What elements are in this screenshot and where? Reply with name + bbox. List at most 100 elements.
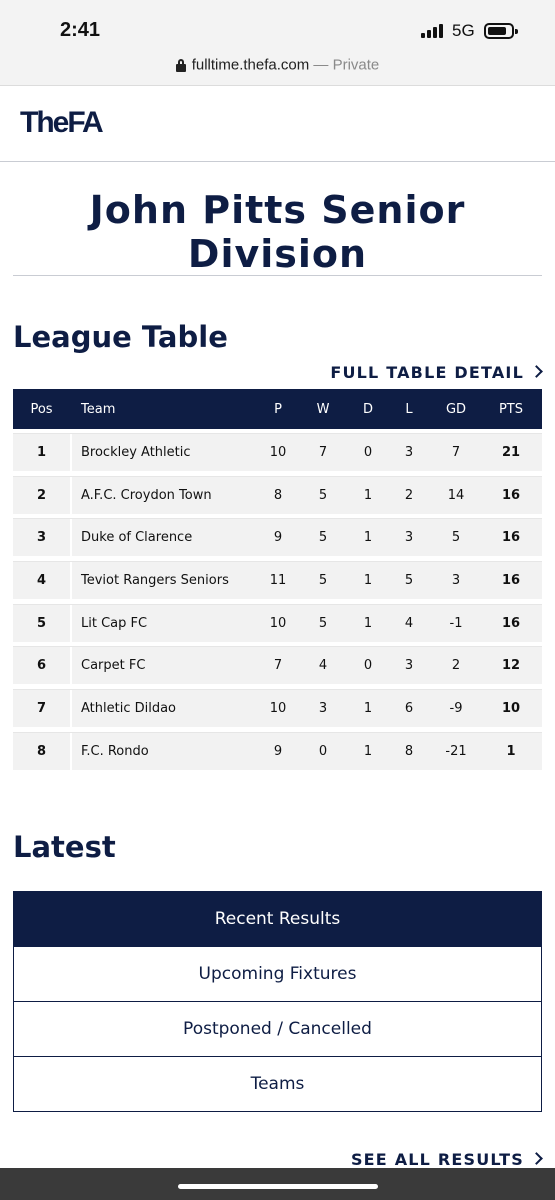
bottom-toolbar bbox=[0, 1168, 555, 1200]
cell-played: 7 bbox=[273, 658, 283, 674]
network-label: 5G bbox=[452, 21, 475, 40]
signal-icon bbox=[421, 24, 443, 38]
tab-postponed-cancelled[interactable]: Postponed / Cancelled bbox=[13, 1001, 542, 1057]
cell-points: 21 bbox=[501, 445, 521, 460]
table-row[interactable]: 8 F.C. Rondo 9 0 1 8 -21 1 bbox=[13, 731, 542, 770]
status-time: 2:41 bbox=[60, 19, 101, 41]
cell-lost: 3 bbox=[404, 445, 414, 460]
address-bar[interactable]: fulltime.thefa.com — Private bbox=[0, 50, 555, 86]
cell-lost: 4 bbox=[404, 615, 414, 631]
url-separator: — bbox=[313, 56, 329, 74]
col-header-lost: L bbox=[405, 401, 413, 417]
cell-pos: 2 bbox=[36, 487, 47, 503]
cell-played: 10 bbox=[269, 445, 287, 460]
table-header: Pos Team P W D L GD PTS bbox=[13, 389, 542, 429]
cell-goal-difference: -9 bbox=[449, 701, 463, 717]
cell-goal-difference: 2 bbox=[451, 658, 461, 674]
cell-goal-difference: 3 bbox=[451, 573, 461, 589]
latest-tabs: Recent Results Upcoming Fixtures Postpon… bbox=[13, 891, 542, 1112]
table-row[interactable]: 2 A.F.C. Croydon Town 8 5 1 2 14 16 bbox=[13, 475, 542, 514]
cell-pos: 1 bbox=[36, 445, 47, 460]
cell-points: 16 bbox=[501, 487, 521, 503]
cell-lost: 6 bbox=[404, 701, 414, 717]
cell-won: 0 bbox=[318, 743, 328, 759]
latest-heading: Latest bbox=[13, 830, 116, 864]
col-header-drawn: D bbox=[362, 401, 373, 417]
cell-goal-difference: -21 bbox=[445, 743, 467, 759]
col-header-goal-difference: GD bbox=[445, 401, 467, 417]
cell-played: 11 bbox=[269, 573, 287, 589]
full-table-detail-label: FULL TABLE DETAIL bbox=[330, 363, 524, 382]
cell-won: 5 bbox=[318, 615, 328, 631]
cell-drawn: 1 bbox=[363, 743, 373, 759]
cell-goal-difference: -1 bbox=[449, 615, 463, 631]
fa-logo[interactable]: TheFA bbox=[20, 106, 104, 140]
cell-lost: 3 bbox=[404, 658, 414, 674]
table-row[interactable]: 3 Duke of Clarence 9 5 1 3 5 16 bbox=[13, 518, 542, 557]
cell-pos: 8 bbox=[36, 743, 47, 759]
cell-points: 16 bbox=[501, 530, 521, 546]
cell-won: 5 bbox=[318, 573, 328, 589]
private-mode-label: Private bbox=[332, 56, 380, 74]
cell-team[interactable]: Duke of Clarence bbox=[81, 519, 271, 556]
url-domain: fulltime.thefa.com bbox=[191, 56, 310, 74]
page-title: John Pitts Senior Division bbox=[89, 188, 466, 276]
league-table-body: 1 Brockley Athletic 10 7 0 3 7 21 2 A.F.… bbox=[13, 433, 542, 775]
table-row[interactable]: 4 Teviot Rangers Seniors 11 5 1 5 3 16 bbox=[13, 561, 542, 600]
col-header-won: W bbox=[316, 401, 330, 417]
cell-drawn: 1 bbox=[363, 615, 373, 631]
cell-played: 9 bbox=[273, 743, 283, 759]
table-row[interactable]: 6 Carpet FC 7 4 0 3 2 12 bbox=[13, 646, 542, 685]
cell-team[interactable]: F.C. Rondo bbox=[81, 733, 271, 770]
cell-played: 10 bbox=[269, 615, 287, 631]
table-row[interactable]: 7 Athletic Dildao 10 3 1 6 -9 10 bbox=[13, 689, 542, 728]
divider bbox=[13, 275, 542, 276]
tab-teams[interactable]: Teams bbox=[13, 1056, 542, 1112]
cell-goal-difference: 7 bbox=[451, 445, 461, 460]
cell-team[interactable]: Athletic Dildao bbox=[81, 690, 271, 727]
cell-lost: 5 bbox=[404, 573, 414, 589]
cell-team[interactable]: A.F.C. Croydon Town bbox=[81, 477, 271, 514]
col-header-played: P bbox=[274, 401, 282, 417]
cell-points: 16 bbox=[501, 615, 521, 631]
cell-won: 3 bbox=[318, 701, 328, 717]
cell-team[interactable]: Brockley Athletic bbox=[81, 434, 271, 471]
cell-won: 5 bbox=[318, 530, 328, 546]
cell-points: 10 bbox=[501, 701, 521, 717]
cell-lost: 3 bbox=[404, 530, 414, 546]
cell-drawn: 0 bbox=[363, 445, 373, 460]
status-bar: 2:41 5G bbox=[0, 0, 555, 50]
cell-team[interactable]: Lit Cap FC bbox=[81, 605, 271, 642]
col-header-team: Team bbox=[81, 401, 116, 417]
cell-won: 7 bbox=[318, 445, 328, 460]
cell-points: 16 bbox=[501, 573, 521, 589]
see-all-results-link[interactable]: SEE ALL RESULTS bbox=[351, 1150, 543, 1169]
cell-played: 9 bbox=[273, 530, 283, 546]
cell-pos: 5 bbox=[36, 615, 47, 631]
cell-played: 10 bbox=[269, 701, 287, 717]
cell-won: 4 bbox=[318, 658, 328, 674]
table-row[interactable]: 5 Lit Cap FC 10 5 1 4 -1 16 bbox=[13, 603, 542, 642]
cell-drawn: 0 bbox=[363, 658, 373, 674]
cell-points: 1 bbox=[506, 743, 516, 759]
cell-lost: 2 bbox=[404, 487, 414, 503]
lock-icon bbox=[175, 58, 186, 72]
full-table-detail-link[interactable]: FULL TABLE DETAIL bbox=[330, 363, 543, 382]
tab-upcoming-fixtures[interactable]: Upcoming Fixtures bbox=[13, 946, 542, 1002]
cell-team[interactable]: Teviot Rangers Seniors bbox=[81, 562, 271, 599]
cell-won: 5 bbox=[318, 487, 328, 503]
col-header-points: PTS bbox=[498, 401, 524, 417]
cell-played: 8 bbox=[273, 487, 283, 503]
cell-pos: 3 bbox=[36, 530, 47, 546]
cell-pos: 6 bbox=[36, 658, 47, 674]
tab-recent-results[interactable]: Recent Results bbox=[13, 891, 542, 947]
cell-team[interactable]: Carpet FC bbox=[81, 647, 271, 684]
cell-pos: 7 bbox=[36, 701, 47, 717]
cell-drawn: 1 bbox=[363, 573, 373, 589]
cell-drawn: 1 bbox=[363, 530, 373, 546]
battery-icon bbox=[484, 23, 518, 39]
home-indicator[interactable] bbox=[178, 1184, 378, 1189]
cell-drawn: 1 bbox=[363, 487, 373, 503]
table-row[interactable]: 1 Brockley Athletic 10 7 0 3 7 21 bbox=[13, 433, 542, 471]
cell-goal-difference: 14 bbox=[447, 487, 465, 503]
